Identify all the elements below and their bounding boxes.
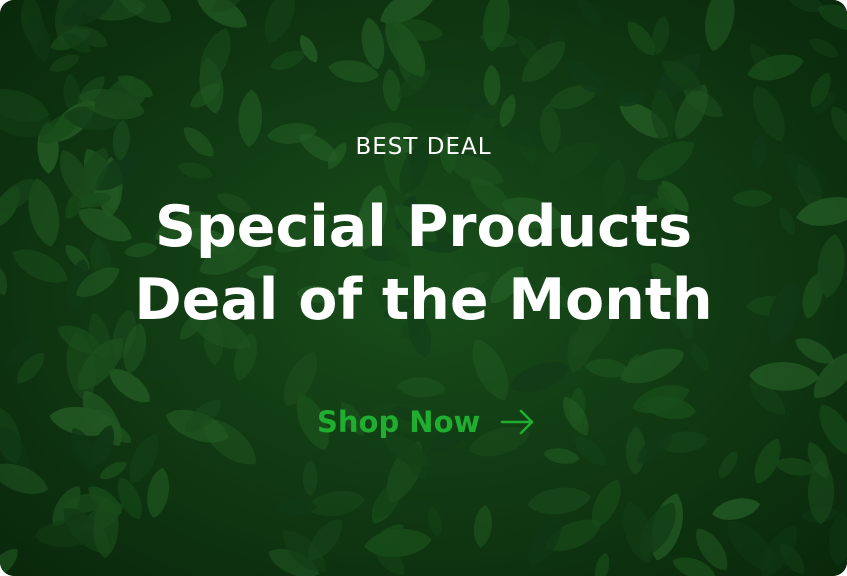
headline: Special Products Deal of the Month xyxy=(0,191,847,337)
headline-line-2: Deal of the Month xyxy=(134,267,713,333)
shop-now-label: Shop Now xyxy=(317,405,481,439)
headline-line-1: Special Products xyxy=(154,194,693,260)
arrow-right-icon xyxy=(500,409,534,435)
banner-content: BEST DEAL Special Products Deal of the M… xyxy=(0,0,847,576)
promo-banner: BEST DEAL Special Products Deal of the M… xyxy=(0,0,847,576)
eyebrow-label: BEST DEAL xyxy=(355,134,492,160)
shop-now-link[interactable]: Shop Now xyxy=(317,400,536,444)
